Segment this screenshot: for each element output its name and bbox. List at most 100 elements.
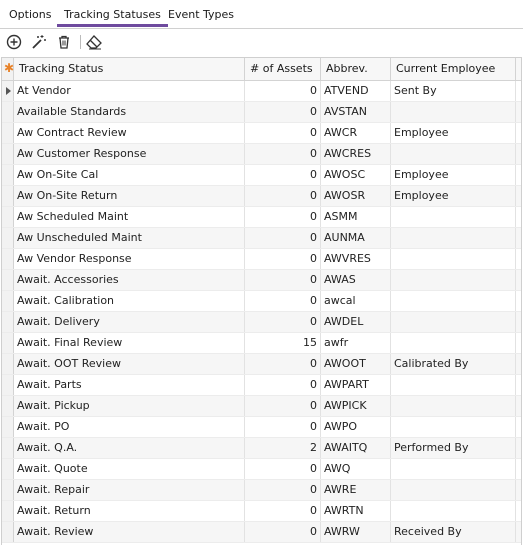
cell-abbrev[interactable]: AWRW: [321, 522, 391, 542]
cell-tracking-status[interactable]: Await. Pickup: [14, 396, 245, 416]
cell-asset-count[interactable]: 0: [245, 375, 321, 395]
row-selector[interactable]: [2, 375, 14, 395]
cell-current-employee[interactable]: [391, 459, 516, 479]
column-header-tracking-status[interactable]: Tracking Status: [14, 58, 245, 80]
cell-current-employee[interactable]: [391, 102, 516, 122]
cell-tracking-status[interactable]: Aw Vendor Response: [14, 249, 245, 269]
cell-tracking-status[interactable]: Await. Delivery: [14, 312, 245, 332]
cell-tracking-status[interactable]: Aw Unscheduled Maint: [14, 228, 245, 248]
cell-asset-count[interactable]: 0: [245, 459, 321, 479]
table-row[interactable]: Await. Pickup 0 AWPICK: [2, 396, 521, 417]
cell-abbrev[interactable]: AWDEL: [321, 312, 391, 332]
row-selector[interactable]: [2, 333, 14, 353]
cell-current-employee[interactable]: Performed By: [391, 438, 516, 458]
cell-tracking-status[interactable]: Await. Final Review: [14, 333, 245, 353]
table-row[interactable]: Aw Scheduled Maint 0 ASMM: [2, 207, 521, 228]
row-selector[interactable]: [2, 291, 14, 311]
cell-abbrev[interactable]: awcal: [321, 291, 391, 311]
cell-current-employee[interactable]: [391, 333, 516, 353]
table-row[interactable]: Aw Contract Review 0 AWCR Employee: [2, 123, 521, 144]
cell-current-employee[interactable]: [391, 228, 516, 248]
table-row[interactable]: Await. OOT Review 0 AWOOT Calibrated By: [2, 354, 521, 375]
cell-asset-count[interactable]: 0: [245, 501, 321, 521]
cell-asset-count[interactable]: 0: [245, 291, 321, 311]
column-header-asset-count[interactable]: # of Assets: [245, 58, 321, 80]
row-selector[interactable]: [2, 123, 14, 143]
cell-asset-count[interactable]: 0: [245, 249, 321, 269]
cell-abbrev[interactable]: AWCR: [321, 123, 391, 143]
cell-abbrev[interactable]: AWPICK: [321, 396, 391, 416]
table-row[interactable]: Aw On-Site Return 0 AWOSR Employee: [2, 186, 521, 207]
table-row[interactable]: Available Standards 0 AVSTAN: [2, 102, 521, 123]
cell-tracking-status[interactable]: Await. Accessories: [14, 270, 245, 290]
row-selector[interactable]: [2, 459, 14, 479]
row-selector[interactable]: [2, 186, 14, 206]
add-icon[interactable]: [5, 33, 23, 51]
cell-abbrev[interactable]: AWVRES: [321, 249, 391, 269]
row-selector[interactable]: [2, 501, 14, 521]
cell-asset-count[interactable]: 0: [245, 354, 321, 374]
cell-asset-count[interactable]: 0: [245, 312, 321, 332]
cell-asset-count[interactable]: 0: [245, 102, 321, 122]
table-row[interactable]: Await. Return 0 AWRTN: [2, 501, 521, 522]
cell-current-employee[interactable]: Employee: [391, 165, 516, 185]
cell-abbrev[interactable]: ATVEND: [321, 81, 391, 101]
cell-asset-count[interactable]: 0: [245, 123, 321, 143]
column-header-abbrev[interactable]: Abbrev.: [321, 58, 391, 80]
cell-asset-count[interactable]: 0: [245, 522, 321, 542]
tab-options[interactable]: Options: [9, 7, 51, 27]
cell-abbrev[interactable]: awfr: [321, 333, 391, 353]
magic-wand-icon[interactable]: [30, 33, 48, 51]
cell-abbrev[interactable]: AWOSR: [321, 186, 391, 206]
cell-asset-count[interactable]: 0: [245, 186, 321, 206]
cell-tracking-status[interactable]: Aw Customer Response: [14, 144, 245, 164]
table-row[interactable]: Aw Vendor Response 0 AWVRES: [2, 249, 521, 270]
cell-tracking-status[interactable]: Await. Parts: [14, 375, 245, 395]
table-row[interactable]: Await. Repair 0 AWRE: [2, 480, 521, 501]
cell-asset-count[interactable]: 0: [245, 144, 321, 164]
cell-tracking-status[interactable]: Await. Repair: [14, 480, 245, 500]
table-row[interactable]: Await. PO 0 AWPO: [2, 417, 521, 438]
row-selector[interactable]: [2, 270, 14, 290]
cell-current-employee[interactable]: Received By: [391, 522, 516, 542]
row-selector[interactable]: [2, 144, 14, 164]
row-selector[interactable]: [2, 207, 14, 227]
cell-current-employee[interactable]: [391, 417, 516, 437]
row-selector[interactable]: [2, 165, 14, 185]
row-selector[interactable]: [2, 396, 14, 416]
cell-abbrev[interactable]: AWRE: [321, 480, 391, 500]
cell-abbrev[interactable]: AUNMA: [321, 228, 391, 248]
cell-tracking-status[interactable]: Available Standards: [14, 102, 245, 122]
cell-tracking-status[interactable]: Await. OOT Review: [14, 354, 245, 374]
cell-tracking-status[interactable]: Aw Contract Review: [14, 123, 245, 143]
cell-tracking-status[interactable]: Aw On-Site Return: [14, 186, 245, 206]
eraser-icon[interactable]: [85, 33, 103, 51]
row-selector[interactable]: [2, 81, 14, 101]
row-selector[interactable]: [2, 312, 14, 332]
table-row[interactable]: Aw Unscheduled Maint 0 AUNMA: [2, 228, 521, 249]
cell-abbrev[interactable]: ASMM: [321, 207, 391, 227]
table-row[interactable]: Aw Customer Response 0 AWCRES: [2, 144, 521, 165]
cell-abbrev[interactable]: AWCRES: [321, 144, 391, 164]
cell-abbrev[interactable]: AWAITQ: [321, 438, 391, 458]
cell-tracking-status[interactable]: Await. PO: [14, 417, 245, 437]
cell-asset-count[interactable]: 0: [245, 228, 321, 248]
cell-asset-count[interactable]: 0: [245, 165, 321, 185]
cell-current-employee[interactable]: Employee: [391, 186, 516, 206]
cell-tracking-status[interactable]: Await. Calibration: [14, 291, 245, 311]
cell-abbrev[interactable]: AWRTN: [321, 501, 391, 521]
table-row[interactable]: Await. Review 0 AWRW Received By: [2, 522, 521, 543]
cell-current-employee[interactable]: [391, 501, 516, 521]
table-row[interactable]: Await. Final Review 15 awfr: [2, 333, 521, 354]
cell-tracking-status[interactable]: Aw Scheduled Maint: [14, 207, 245, 227]
cell-asset-count[interactable]: 0: [245, 396, 321, 416]
table-row[interactable]: Await. Accessories 0 AWAS: [2, 270, 521, 291]
table-row[interactable]: Await. Q.A. 2 AWAITQ Performed By: [2, 438, 521, 459]
cell-abbrev[interactable]: AVSTAN: [321, 102, 391, 122]
cell-current-employee[interactable]: [391, 270, 516, 290]
row-selector[interactable]: [2, 522, 14, 542]
table-row[interactable]: Await. Calibration 0 awcal: [2, 291, 521, 312]
cell-tracking-status[interactable]: Await. Return: [14, 501, 245, 521]
cell-asset-count[interactable]: 0: [245, 207, 321, 227]
cell-current-employee[interactable]: [391, 207, 516, 227]
